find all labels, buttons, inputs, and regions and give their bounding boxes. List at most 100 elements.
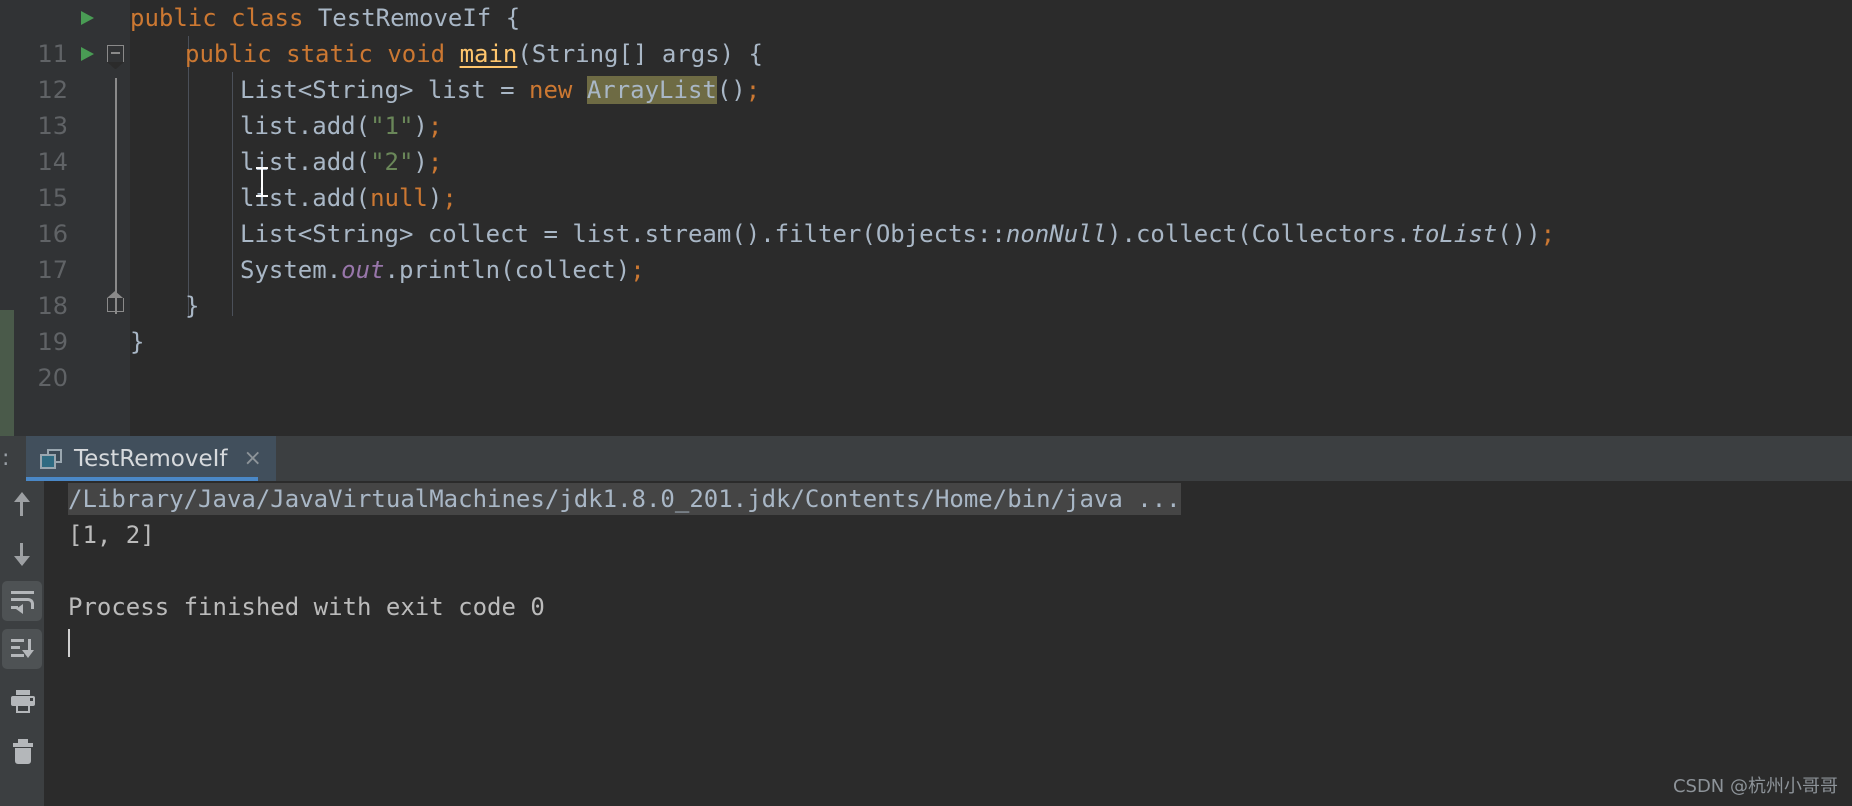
scroll-to-end-button[interactable] (2, 629, 42, 669)
prev-occurrence-button[interactable] (2, 485, 42, 525)
print-button[interactable] (2, 681, 42, 721)
gutter-line-16[interactable]: 16 (14, 180, 130, 248)
wrap-arc (24, 598, 34, 609)
semicolon: ; (745, 76, 761, 104)
keyword-static: static (286, 40, 373, 68)
run-tab-bar: : TestRemoveIf × (0, 436, 1852, 481)
next-occurrence-button[interactable] (2, 533, 42, 573)
run-gutter-icon[interactable] (81, 47, 94, 61)
wrap-line-2 (11, 598, 25, 601)
code-editor[interactable]: 11 12 13 14 15 16 17 18 19 20 public cla… (0, 0, 1852, 436)
soft-wrap-icon (11, 591, 34, 614)
tab-label: TestRemoveIf (74, 445, 228, 472)
code-line-17[interactable]: List<String> collect = list.stream().fil… (130, 216, 1852, 252)
console-window-icon (40, 448, 62, 469)
wrap-arrow (16, 604, 23, 614)
code-line-18[interactable]: System.out.println(collect); (130, 252, 1852, 288)
paren-close: ) (413, 112, 428, 140)
clear-all-button[interactable] (2, 731, 42, 771)
code-line-16[interactable]: list.add(null); (130, 180, 1852, 216)
string-literal-2: "2" (370, 148, 414, 176)
paren-close: ) (427, 184, 443, 212)
keyword-null: null (370, 184, 428, 212)
method-collect: collect (1135, 220, 1238, 248)
printer-paper (16, 704, 30, 713)
dot: . (297, 112, 313, 140)
paren-open: ( (355, 112, 371, 140)
method-add: add (312, 112, 356, 140)
code-line-19[interactable]: } (130, 288, 1852, 324)
var-list: list (240, 184, 298, 212)
fold-region-end-icon[interactable] (106, 291, 124, 312)
gutter-line-18[interactable]: 18 (14, 252, 130, 320)
gutter-line-12[interactable]: 12 (14, 36, 130, 104)
code-line-20[interactable]: } (130, 324, 1852, 360)
semicolon: ; (630, 256, 645, 284)
code-line-11[interactable]: public class TestRemoveIf { (130, 0, 1852, 36)
highlighted-arraylist-token: ArrayList (586, 76, 717, 104)
paren-open: ( (500, 256, 515, 284)
trash-bar (13, 743, 33, 747)
trash-body (15, 748, 31, 764)
brace-open: { (505, 4, 521, 32)
type-list-string: List<String> (240, 76, 414, 104)
arrow-down-icon (14, 540, 30, 566)
class-system: System (240, 256, 327, 284)
watermark: CSDN @杭州小哥哥 (1672, 776, 1838, 797)
arrow-head (14, 556, 30, 566)
console-output[interactable]: /Library/Java/JavaVirtualMachines/jdk1.8… (44, 481, 1852, 806)
gutter-line-14[interactable]: 14 (14, 108, 130, 176)
gutter-line-13[interactable]: 13 (14, 72, 130, 140)
code-line-12[interactable]: public static void main(String[] args) { (130, 36, 1852, 72)
fold-collapse-icon[interactable] (106, 45, 124, 69)
gutter-line-15[interactable]: 15 (14, 144, 130, 212)
code-line-14[interactable]: list.add("1"); (130, 108, 1852, 144)
editor-marker-strip[interactable] (0, 0, 14, 436)
soft-wrap-button[interactable] (2, 581, 42, 621)
gutter-line-20[interactable]: 20 (14, 324, 130, 392)
paren-open: ( (861, 220, 876, 248)
paren-pair: (). (731, 220, 775, 248)
static-field-out: out (341, 256, 385, 284)
paren-open: ( (355, 184, 371, 212)
code-line-13[interactable]: List<String> list = new ArrayList(); (130, 72, 1852, 108)
main-params: (String[] args) { (517, 40, 763, 68)
close-icon[interactable]: × (244, 447, 262, 470)
class-collectors: Collectors (1251, 220, 1397, 248)
console-line-result: [1, 2] (68, 521, 155, 549)
run-tool-window: : TestRemoveIf × /Library/Java/JavaVirtu… (0, 436, 1852, 806)
code-text-area[interactable]: public class TestRemoveIf { public stati… (130, 0, 1852, 436)
static-method-tolist: toList (1410, 220, 1498, 248)
method-main-token: main (459, 40, 518, 68)
printer-led (30, 698, 33, 701)
method-stream: stream (644, 220, 732, 248)
dot: . (1396, 220, 1411, 248)
semicolon: ; (1540, 220, 1556, 248)
static-method-nonnull: nonNull (1005, 220, 1108, 248)
var-list: list (240, 148, 298, 176)
dot: . (297, 148, 313, 176)
line-number: 20 (37, 364, 68, 392)
gutter-line-17[interactable]: 17 (14, 216, 130, 284)
paren-close: ) (413, 148, 428, 176)
console-icon-front (40, 453, 56, 469)
code-line-15[interactable]: list.add("2"); (130, 144, 1852, 180)
arrow-head (14, 492, 30, 502)
method-println: println (398, 256, 501, 284)
paren-close: ). (1107, 220, 1136, 248)
idea-window: 11 12 13 14 15 16 17 18 19 20 public cla… (0, 0, 1852, 806)
editor-gutter[interactable]: 11 12 13 14 15 16 17 18 19 20 (14, 0, 130, 436)
se-line-2 (11, 646, 20, 649)
tab-testremoveif[interactable]: TestRemoveIf × (26, 436, 276, 481)
run-gutter-icon[interactable] (81, 11, 94, 25)
tool-window-handle[interactable]: : (2, 446, 10, 471)
console-caret (68, 629, 70, 657)
gutter-line-11[interactable]: 11 (14, 0, 130, 68)
paren-pair: () (716, 76, 746, 104)
gutter-line-19[interactable]: 19 (14, 288, 130, 356)
console-line-command: /Library/Java/JavaVirtualMachines/jdk1.8… (44, 481, 1852, 517)
method-add: add (312, 184, 356, 212)
semicolon: ; (442, 184, 457, 212)
assign-op: = (500, 76, 515, 104)
